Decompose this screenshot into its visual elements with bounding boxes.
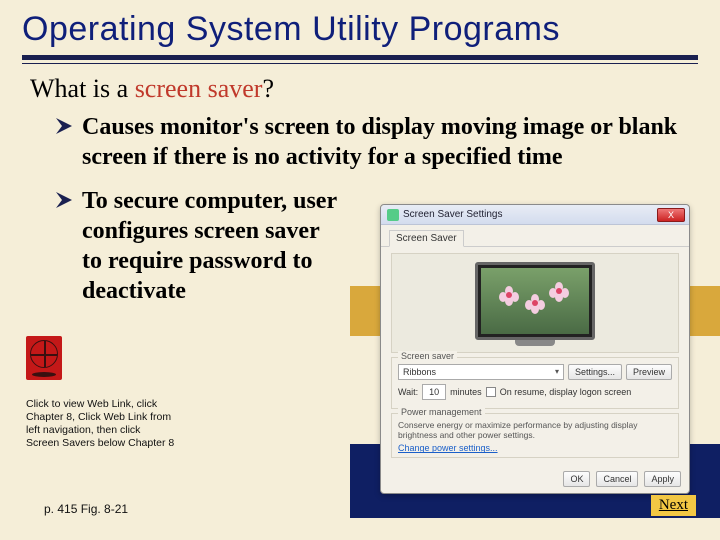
dialog-tabs: Screen Saver [381, 225, 689, 247]
screensaver-group: Screen saver Ribbons ▾ Settings... Previ… [391, 357, 679, 409]
settings-button[interactable]: Settings... [568, 364, 622, 380]
page-reference: p. 415 Fig. 8-21 [44, 502, 128, 516]
title-rule [22, 55, 698, 64]
arrow-icon [56, 118, 72, 134]
flower-graphic [549, 282, 569, 302]
power-desc: Conserve energy or maximize performance … [398, 420, 672, 440]
power-group: Power management Conserve energy or maxi… [391, 413, 679, 458]
slide-question: What is a screen saver? [0, 64, 720, 112]
dialog-app-icon [387, 209, 399, 221]
resume-checkbox[interactable] [486, 387, 496, 397]
cancel-button[interactable]: Cancel [596, 471, 638, 487]
preview-button[interactable]: Preview [626, 364, 672, 380]
question-suffix: ? [262, 74, 274, 103]
power-settings-link[interactable]: Change power settings... [398, 443, 672, 453]
next-button[interactable]: Next [651, 495, 696, 516]
slide-title: Operating System Utility Programs [0, 0, 720, 55]
apply-button[interactable]: Apply [644, 471, 681, 487]
dialog-title: Screen Saver Settings [403, 209, 657, 220]
wait-spinner[interactable]: 10 [422, 384, 446, 400]
minutes-label: minutes [450, 387, 482, 397]
flower-graphic [525, 294, 545, 314]
preview-pane [391, 253, 679, 353]
arrow-icon [56, 192, 72, 208]
monitor-stand [515, 340, 555, 346]
ok-button[interactable]: OK [563, 471, 590, 487]
chevron-down-icon: ▾ [555, 365, 559, 379]
close-button[interactable]: X [657, 208, 685, 222]
screensaver-combo[interactable]: Ribbons ▾ [398, 364, 564, 380]
question-term: screen saver [135, 74, 263, 103]
bullet-text-1: Causes monitor's screen to display movin… [82, 112, 690, 172]
power-group-label: Power management [398, 407, 485, 417]
flower-graphic [499, 286, 519, 306]
bullet-item-1: Causes monitor's screen to display movin… [56, 112, 690, 172]
weblink-globe-icon[interactable] [26, 336, 62, 380]
tab-screensaver[interactable]: Screen Saver [389, 230, 464, 247]
question-prefix: What is a [30, 74, 135, 103]
dialog-button-row: OK Cancel Apply [563, 471, 681, 487]
monitor-screen [481, 268, 589, 334]
screensaver-group-label: Screen saver [398, 351, 457, 361]
weblink-instruction: Click to view Web Link, click Chapter 8,… [26, 398, 176, 451]
screensaver-dialog: Screen Saver Settings X Screen Saver Scr… [380, 204, 690, 494]
resume-label: On resume, display logon screen [500, 387, 632, 397]
screensaver-combo-value: Ribbons [403, 365, 436, 379]
monitor-frame [475, 262, 595, 340]
dialog-titlebar[interactable]: Screen Saver Settings X [381, 205, 689, 225]
wait-label: Wait: [398, 387, 418, 397]
bullet-text-2: To secure computer, user configures scre… [82, 186, 342, 306]
